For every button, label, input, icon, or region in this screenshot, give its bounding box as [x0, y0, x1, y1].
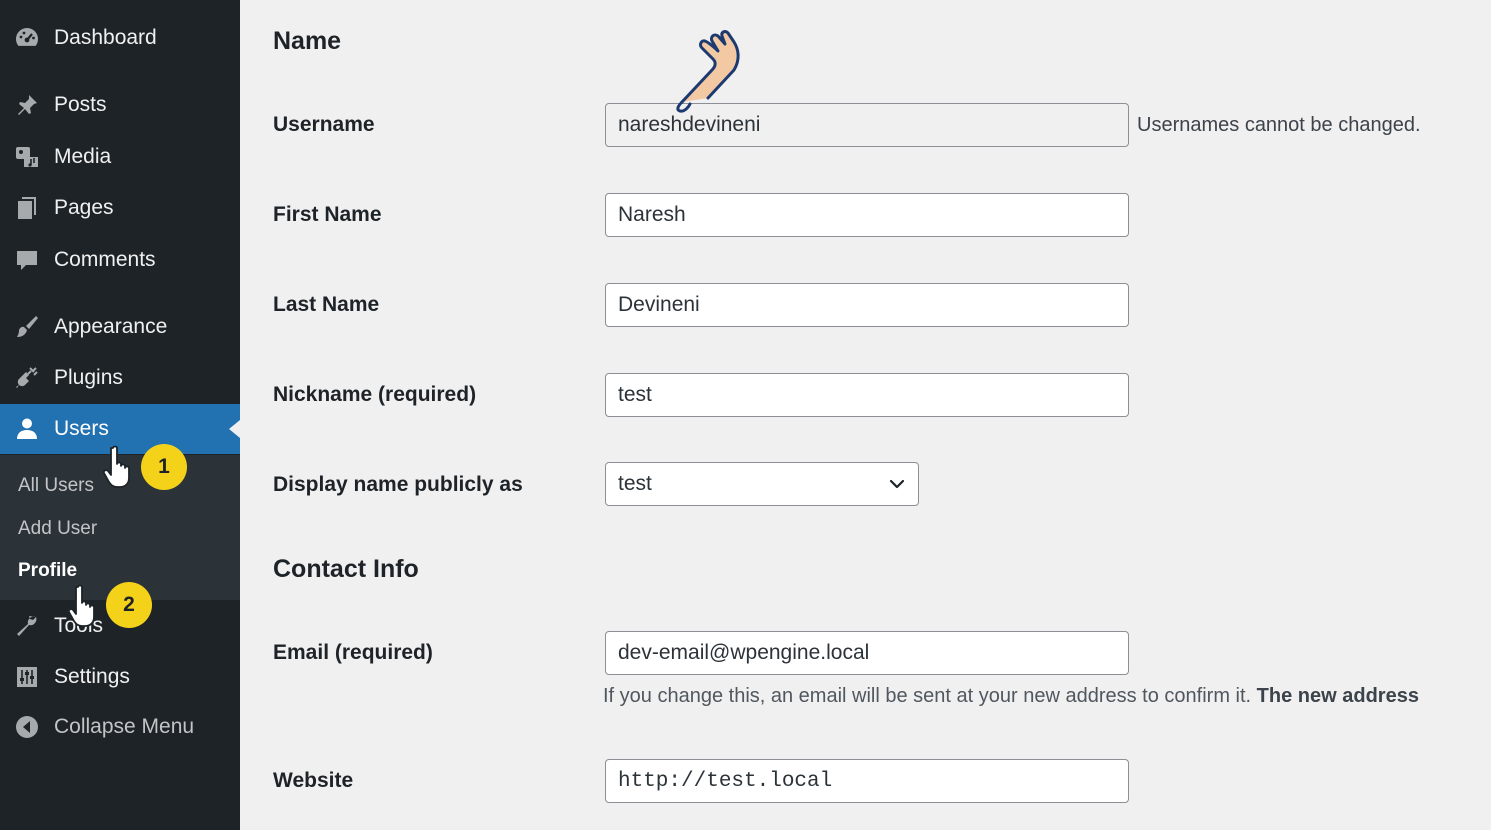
step-badge-2: 2	[106, 582, 152, 628]
menu-label: Pages	[54, 196, 114, 219]
menu-label: Plugins	[54, 366, 123, 389]
menu-item-pages[interactable]: Pages	[0, 183, 240, 233]
pages-icon	[14, 195, 40, 221]
hand-cursor-icon	[68, 584, 95, 627]
email-input[interactable]: dev-email@wpengine.local	[605, 631, 1129, 675]
menu-item-settings[interactable]: Settings	[0, 652, 240, 702]
menu-label: Posts	[54, 93, 107, 116]
user-icon	[14, 416, 40, 442]
display-name-selected-value: test	[618, 472, 652, 495]
comment-icon	[14, 247, 40, 273]
last-name-label: Last Name	[273, 293, 380, 316]
display-name-select[interactable]: test	[605, 462, 919, 506]
name-section-title: Name	[273, 27, 342, 55]
username-note: Usernames cannot be changed.	[1137, 114, 1421, 136]
menu-item-appearance[interactable]: Appearance	[0, 302, 240, 352]
menu-label: Dashboard	[54, 26, 157, 49]
pointing-hand-icon	[676, 30, 740, 113]
contact-section-title: Contact Info	[273, 555, 419, 583]
website-input[interactable]: http://test.local	[605, 759, 1129, 803]
dashboard-icon	[14, 25, 40, 51]
display-name-label: Display name publicly as	[273, 473, 523, 496]
media-icon	[14, 144, 40, 170]
menu-label: Appearance	[54, 315, 168, 338]
admin-sidebar: Dashboard Posts Media Pages Comments App…	[0, 0, 240, 830]
menu-item-posts[interactable]: Posts	[0, 80, 240, 130]
email-note-bold: The new address	[1256, 685, 1419, 707]
menu-item-dashboard[interactable]: Dashboard	[0, 13, 240, 63]
submenu-item-profile[interactable]: Profile	[18, 560, 77, 582]
email-label: Email (required)	[273, 641, 433, 664]
last-name-input[interactable]: Devineni	[605, 283, 1129, 327]
wrench-icon	[14, 613, 40, 639]
plug-icon	[14, 365, 40, 391]
menu-item-comments[interactable]: Comments	[0, 235, 240, 285]
submenu-item-all-users[interactable]: All Users	[18, 475, 94, 497]
chevron-down-icon	[889, 479, 905, 489]
menu-item-media[interactable]: Media	[0, 132, 240, 182]
sliders-icon	[14, 664, 40, 690]
menu-label: Settings	[54, 665, 130, 688]
first-name-label: First Name	[273, 203, 382, 226]
menu-label: Collapse Menu	[54, 715, 195, 738]
username-label: Username	[273, 113, 375, 136]
menu-item-plugins[interactable]: Plugins	[0, 353, 240, 403]
email-note-text: If you change this, an email will be sen…	[603, 685, 1252, 707]
submenu-item-add-user[interactable]: Add User	[18, 518, 97, 540]
nickname-label: Nickname (required)	[273, 383, 477, 406]
pin-icon	[14, 92, 40, 118]
menu-label: Media	[54, 145, 112, 168]
email-note: If you change this, an email will be sen…	[603, 685, 1419, 708]
step-badge-1: 1	[141, 444, 187, 490]
menu-label: Comments	[54, 248, 156, 271]
first-name-input[interactable]: Naresh	[605, 193, 1129, 237]
hand-cursor-icon	[103, 445, 130, 488]
nickname-input[interactable]: test	[605, 373, 1129, 417]
menu-label: Users	[54, 417, 109, 440]
collapse-icon	[14, 714, 40, 740]
collapse-menu-button[interactable]: Collapse Menu	[0, 702, 240, 752]
website-label: Website	[273, 769, 354, 792]
brush-icon	[14, 314, 40, 340]
